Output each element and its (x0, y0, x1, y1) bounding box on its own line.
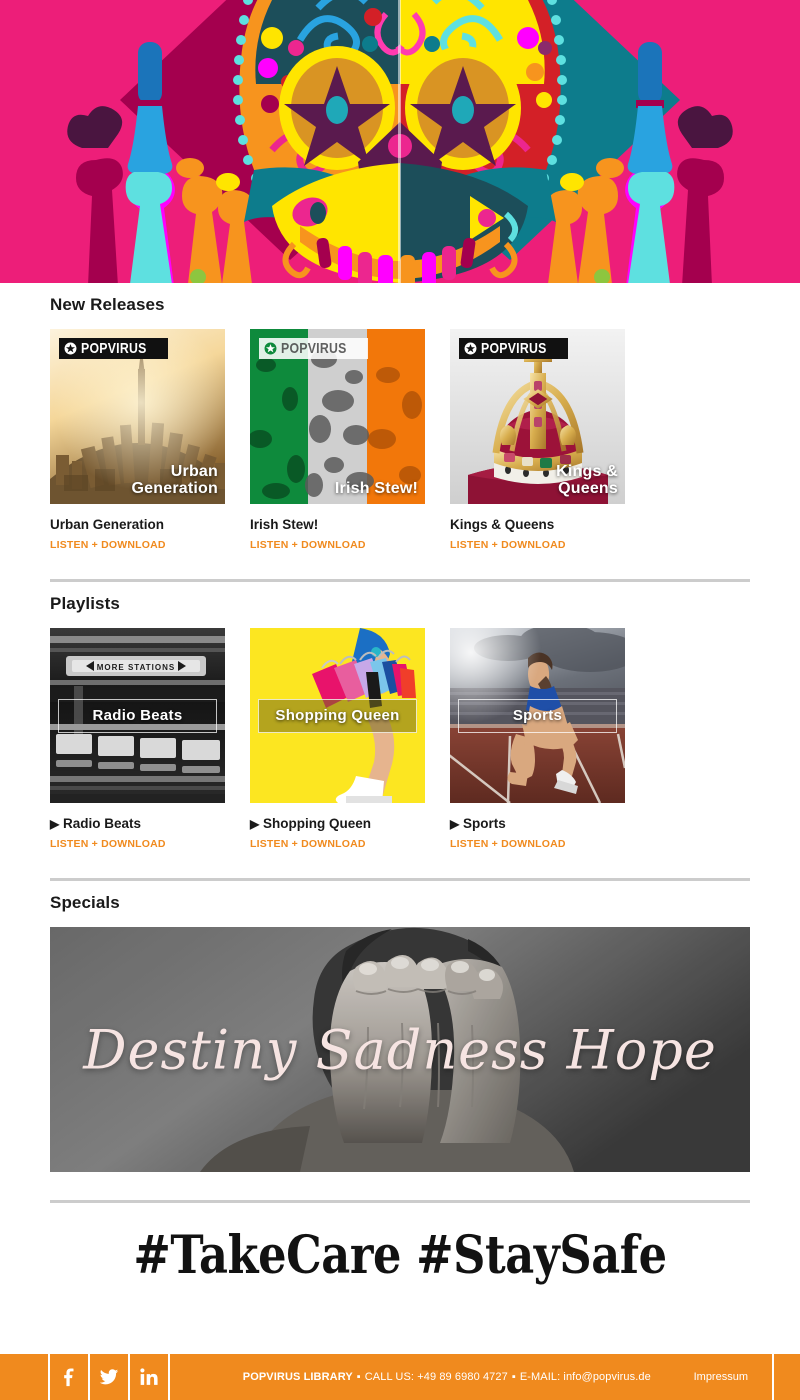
star-circle-icon (64, 342, 77, 355)
footer-phone: CALL US: +49 89 6980 4727 (364, 1371, 508, 1383)
new-releases-grid: POPVIRUS Urban Generation Urban Generati… (50, 329, 750, 551)
specials-banner-headline: Destiny Sadness Hope (83, 1018, 717, 1082)
popvirus-wordmark: POPVIRUS (81, 340, 147, 357)
cover-caption-irish-stew: Irish Stew! (334, 480, 418, 498)
release-title: Urban Generation (50, 517, 165, 532)
play-icon: ▶ (50, 817, 60, 832)
cover-caption-line-2: Queens (558, 480, 618, 498)
release-card-urban-generation[interactable]: POPVIRUS Urban Generation Urban Generati… (50, 329, 225, 551)
release-title: Kings & Queens (450, 517, 555, 532)
cover-shopping-queen[interactable]: Shopping Queen (250, 628, 425, 804)
playlist-card-sports[interactable]: Sports ▶ Sports LISTEN + DOWNLOAD (450, 628, 625, 850)
section-title-playlists: Playlists (50, 594, 120, 614)
cover-caption-line-2: Generation (131, 480, 218, 498)
playlist-label-band: Shopping Queen (258, 698, 417, 733)
playlist-card-radio-beats[interactable]: MORE STATIONS Radio Beats ▶ Radio Beats … (50, 628, 225, 850)
specials-banner[interactable]: Destiny Sadness Hope (50, 927, 750, 1173)
star-circle-icon (464, 342, 477, 355)
cover-irish-stew[interactable]: POPVIRUS Irish Stew! (250, 329, 425, 504)
listen-download-link[interactable]: LISTEN + DOWNLOAD (450, 539, 625, 551)
star-circle-icon (264, 342, 277, 355)
release-title: Irish Stew! (250, 517, 319, 532)
playlist-band-label: Radio Beats (92, 707, 183, 725)
section-title-new-releases: New Releases (50, 295, 165, 314)
cover-kings-queens[interactable]: POPVIRUS Kings & Queens (450, 329, 625, 504)
footer-brand: POPVIRUS LIBRARY (242, 1371, 353, 1383)
cover-caption-urban-generation: Urban Generation (132, 464, 218, 498)
cover-urban-generation[interactable]: POPVIRUS Urban Generation (50, 329, 225, 504)
footer-separator-2: ▪ (511, 1371, 516, 1383)
playlist-label-band: Sports (458, 698, 617, 733)
release-card-irish-stew[interactable]: POPVIRUS Irish Stew! Irish Stew! LISTEN … (250, 329, 425, 551)
listen-download-link[interactable]: LISTEN + DOWNLOAD (250, 838, 425, 850)
cover-caption-line-1: Irish Stew! (334, 480, 418, 498)
footer-separator-1: ▪ (356, 1371, 361, 1383)
popvirus-logo-badge: POPVIRUS (259, 338, 368, 359)
popvirus-logo-badge: POPVIRUS (59, 338, 168, 359)
hero-banner (0, 0, 800, 283)
hashtag-headline: #TakeCare #StaySafe (133, 1225, 667, 1287)
facebook-icon[interactable] (50, 1354, 90, 1400)
cover-radio-beats[interactable]: MORE STATIONS Radio Beats (50, 628, 225, 804)
playlist-title: ▶ Radio Beats (50, 816, 225, 832)
cover-caption-line-1: Urban (170, 463, 218, 481)
playlist-title-text: Radio Beats (63, 816, 142, 832)
playlist-label-band: Radio Beats (58, 698, 217, 733)
play-icon: ▶ (450, 817, 460, 832)
sugar-skull-illustration (0, 0, 800, 283)
listen-download-link[interactable]: LISTEN + DOWNLOAD (250, 539, 425, 551)
site-footer: POPVIRUS LIBRARY ▪ CALL US: +49 89 6980 … (0, 1354, 800, 1400)
svg-text:MORE STATIONS: MORE STATIONS (97, 663, 175, 672)
section-title-specials: Specials (50, 893, 120, 913)
playlist-band-label: Shopping Queen (275, 707, 400, 725)
twitter-icon[interactable] (90, 1354, 130, 1400)
social-links (50, 1354, 170, 1400)
release-card-kings-queens[interactable]: POPVIRUS Kings & Queens Kings & Queens L… (450, 329, 625, 551)
popvirus-logo-badge: POPVIRUS (459, 338, 568, 359)
playlist-title-text: Sports (463, 816, 506, 832)
cover-caption-line-1: Kings & (556, 463, 618, 481)
popvirus-wordmark: POPVIRUS (281, 340, 347, 357)
playlist-card-shopping-queen[interactable]: Shopping Queen ▶ Shopping Queen LISTEN +… (250, 628, 425, 850)
cover-caption-kings-queens: Kings & Queens (556, 464, 618, 498)
popvirus-wordmark: POPVIRUS (481, 340, 547, 357)
footer-contact-info: POPVIRUS LIBRARY ▪ CALL US: +49 89 6980 … (170, 1354, 694, 1400)
impressum-link[interactable]: Impressum (694, 1371, 748, 1383)
play-icon: ▶ (250, 817, 260, 832)
linkedin-icon[interactable] (130, 1354, 170, 1400)
playlists-grid: MORE STATIONS Radio Beats ▶ Radio Beats … (50, 628, 750, 850)
footer-right-spacer (772, 1354, 800, 1400)
playlist-title: ▶ Shopping Queen (250, 816, 425, 832)
playlist-title-text: Shopping Queen (263, 816, 371, 832)
listen-download-link[interactable]: LISTEN + DOWNLOAD (50, 539, 225, 551)
cover-sports[interactable]: Sports (450, 628, 625, 804)
playlist-title: ▶ Sports (450, 816, 625, 832)
footer-email: E-MAIL: info@popvirus.de (519, 1371, 651, 1383)
footer-impressum: Impressum (694, 1354, 772, 1400)
footer-left-spacer (0, 1354, 50, 1400)
listen-download-link[interactable]: LISTEN + DOWNLOAD (50, 838, 225, 850)
playlist-band-label: Sports (512, 707, 563, 725)
listen-download-link[interactable]: LISTEN + DOWNLOAD (450, 838, 625, 850)
